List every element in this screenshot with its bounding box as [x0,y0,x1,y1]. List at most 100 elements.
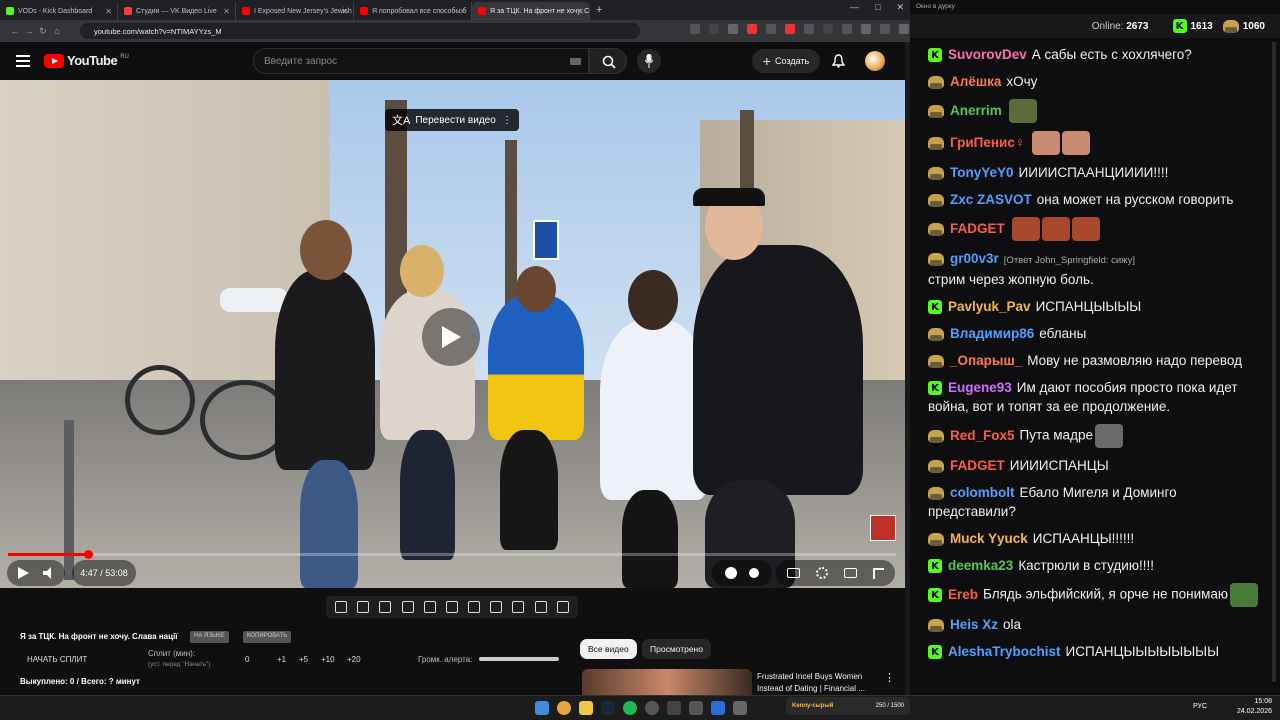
pause-toggle-icon[interactable] [749,568,759,578]
youtube-logo[interactable]: YouTube RU [44,53,129,68]
create-button[interactable]: + Создать [752,49,820,73]
broadcast-icon[interactable] [357,601,370,613]
folder-icon[interactable] [579,701,593,715]
game-widget[interactable]: Kenny-сырый 250 / 1500 [786,697,910,715]
hamburger-icon[interactable] [16,55,30,67]
browser-tab[interactable]: I Exposed New Jersey's Jewish ✕ [236,2,354,20]
url-field[interactable]: youtube.com/watch?v=NTIMAYYzs_M [80,23,640,39]
chat-username[interactable]: FADGET [950,458,1005,473]
frame-icon[interactable] [445,601,458,613]
chat-username[interactable]: _Опарыш_ [950,353,1022,368]
browser-tab[interactable]: Я за ТЦК. На фронт не хочу. С ✕ [472,2,590,20]
language-indicator[interactable]: РУС [1193,703,1207,710]
chat-username[interactable]: Владимир86 [950,326,1034,341]
home-icon[interactable]: ⌂ [50,26,64,36]
chat-username[interactable]: Anerrim [950,103,1002,118]
browser-tab[interactable]: Студия — VK Видео Live ✕ [118,2,236,20]
chip-watched[interactable]: Просмотрено [642,639,711,659]
suggestion-thumbnail[interactable] [582,669,752,695]
chat-username[interactable]: AleshaTrybochist [948,644,1061,659]
suggestion-title[interactable]: Frustrated Incel Buys Women Instead of D… [757,671,882,695]
extension-icon[interactable] [785,24,795,34]
chat-username[interactable]: Heis Xz [950,617,998,632]
chat-username[interactable]: colombolt [950,485,1015,500]
minimize-icon[interactable]: — [850,2,859,13]
app-icon[interactable] [733,701,747,715]
fullscreen-icon[interactable] [872,567,884,579]
app-icon[interactable] [689,701,703,715]
chat-username[interactable]: deemka23 [948,558,1013,573]
language-badge[interactable]: НА ЯЗЫКЕ [190,631,229,643]
big-play-button[interactable] [422,308,480,366]
menu-icon[interactable] [899,24,909,34]
flask-icon[interactable] [534,601,547,613]
chat-username[interactable]: SuvorovDev [948,47,1027,62]
extension-icon[interactable] [804,24,814,34]
maximize-icon[interactable]: □ [875,2,880,13]
close-icon[interactable]: ✕ [896,2,904,13]
play-icon[interactable] [17,567,29,579]
miniplayer-icon[interactable] [843,568,857,578]
chat-username[interactable]: ГриПенис♀ [950,135,1025,150]
subtitles-icon[interactable] [786,568,800,578]
extension-icon[interactable] [728,24,738,34]
voice-search-button[interactable] [637,49,661,73]
chat-username[interactable]: Pavlyuk_Pav [948,299,1031,314]
start-icon[interactable] [535,701,549,715]
chat-username[interactable]: Zxc ZASVOT [950,192,1032,207]
chat-username[interactable]: TonyYeY0 [950,165,1014,180]
film-icon[interactable] [401,601,414,613]
chat-username[interactable]: Алёшка [950,74,1001,89]
chat-username[interactable]: FADGET [950,221,1005,236]
add-icon[interactable] [490,601,503,613]
alert-volume-slider[interactable] [479,657,559,661]
tab-close-icon[interactable]: ✕ [223,7,230,16]
camera-icon[interactable] [512,601,525,613]
app-icon[interactable] [667,701,681,715]
picture-in-picture-icon[interactable] [423,601,436,613]
browser-tab[interactable]: Я попробовал все способы б ✕ [354,2,472,20]
notifications-icon[interactable] [832,54,845,68]
search-input[interactable]: Введите запрос [253,48,589,74]
extension-icon[interactable] [823,24,833,34]
settings-icon[interactable] [815,567,828,579]
steam-icon[interactable] [601,701,615,715]
obs-icon[interactable] [645,701,659,715]
chip-all-videos[interactable]: Все видео [580,639,637,659]
split-step-button[interactable]: +1 [277,655,286,664]
tab-close-icon[interactable]: ✕ [577,7,584,16]
extension-icon[interactable] [766,24,776,34]
browser-tab[interactable]: VODs - Kick Dashboard ✕ [0,2,118,20]
video-player[interactable]: 文A Перевести видео ⋮ 4:47 / 53:08 [0,80,905,588]
start-split-button[interactable]: НАЧАТЬ СПЛИТ [27,655,87,664]
extension-icon[interactable] [861,24,871,34]
channel-watermark[interactable] [870,515,896,541]
tab-close-icon[interactable]: ✕ [105,7,112,16]
chat-username[interactable]: Red_Fox5 [950,428,1015,443]
split-step-button[interactable]: +20 [347,655,361,664]
speed-icon[interactable] [468,601,481,613]
loop-icon[interactable] [335,601,348,613]
split-value[interactable]: 0 [245,655,249,664]
autoplay-icon[interactable] [725,567,737,579]
volume-icon[interactable] [43,567,55,579]
clock[interactable]: 15:08 24.02.2026 [1237,697,1272,717]
forward-icon[interactable]: → [22,26,36,36]
translate-video-button[interactable]: 文A Перевести видео ⋮ [385,109,519,131]
chat-username[interactable]: Muck Yyuck [950,531,1028,546]
chat-username[interactable]: Ereb [948,587,978,602]
search-button[interactable] [589,48,627,74]
spotify-icon[interactable] [623,701,637,715]
new-tab-button[interactable]: + [596,4,602,16]
split-step-button[interactable]: +10 [321,655,335,664]
chat-username[interactable]: gr00v3r [950,251,999,266]
chat-message-list[interactable]: K SuvorovDev А сабы есть с хохлячего? Алёшк… [918,42,1270,688]
tab-close-icon[interactable]: ✕ [341,7,348,16]
screenshot-icon[interactable] [379,601,392,613]
tab-close-icon[interactable]: ✕ [459,7,466,16]
chrome-icon[interactable] [557,701,571,715]
more-icon[interactable]: ⋮ [502,115,512,126]
avatar[interactable] [865,51,885,71]
extension-icon[interactable] [880,24,890,34]
chat-username[interactable]: Eugene93 [948,380,1012,395]
